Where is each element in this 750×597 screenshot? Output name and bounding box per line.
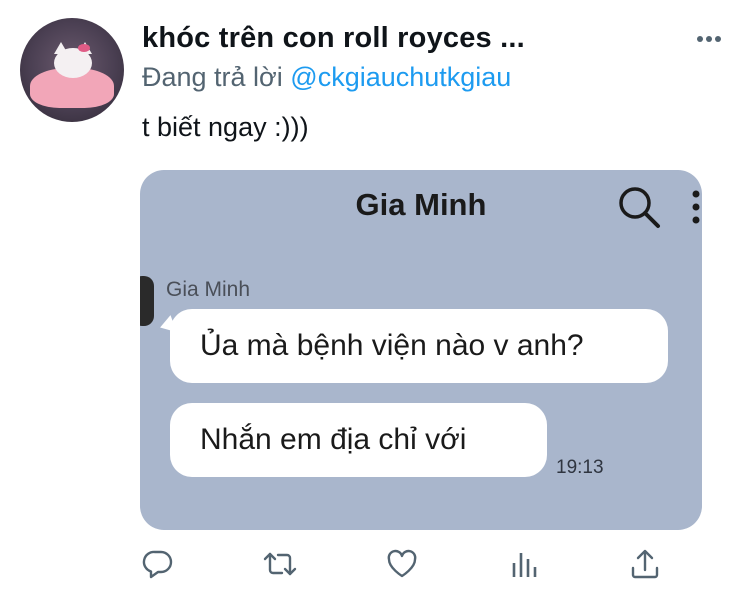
reply-mention-link[interactable]: @ckgiauchutkgiau bbox=[290, 62, 511, 92]
like-button[interactable] bbox=[384, 546, 420, 582]
more-button[interactable] bbox=[694, 24, 724, 54]
display-name[interactable]: khóc trên con roll royces ... bbox=[142, 22, 525, 55]
retweet-icon bbox=[263, 552, 297, 576]
reply-context: Đang trả lời @ckgiauchutkgiau bbox=[142, 62, 511, 93]
avatar[interactable] bbox=[20, 18, 124, 122]
message-bubble: Nhắn em địa chỉ với bbox=[170, 403, 547, 477]
retweet-button[interactable] bbox=[262, 546, 298, 582]
message-text: Ủa mà bệnh viện nào v anh? bbox=[200, 329, 584, 362]
message-bubble: Ủa mà bệnh viện nào v anh? bbox=[170, 309, 668, 383]
analytics-button[interactable] bbox=[506, 546, 542, 582]
sender-name: Gia Minh bbox=[166, 278, 251, 301]
kebab-menu-icon bbox=[692, 190, 700, 224]
share-button[interactable] bbox=[627, 546, 663, 582]
more-dots-icon bbox=[697, 36, 721, 42]
tweet-media-image[interactable]: Gia Minh Gia Minh Ủa mà bệnh viện nào v … bbox=[140, 170, 702, 530]
avatar-kitty-face bbox=[54, 48, 92, 78]
message-text: Nhắn em địa chỉ với bbox=[200, 423, 467, 456]
reply-prefix: Đang trả lời bbox=[142, 62, 283, 92]
avatar-bow bbox=[78, 44, 90, 52]
search-icon bbox=[619, 187, 660, 228]
message-timestamp: 19:13 bbox=[556, 457, 604, 478]
tweet-text: t biết ngay :))) bbox=[142, 112, 309, 142]
heart-icon bbox=[387, 549, 417, 578]
reply-button[interactable] bbox=[140, 546, 176, 582]
sender-avatar bbox=[140, 276, 154, 326]
reply-bubble-icon bbox=[142, 550, 173, 579]
bar-chart-icon bbox=[512, 553, 537, 577]
share-icon bbox=[631, 549, 659, 579]
